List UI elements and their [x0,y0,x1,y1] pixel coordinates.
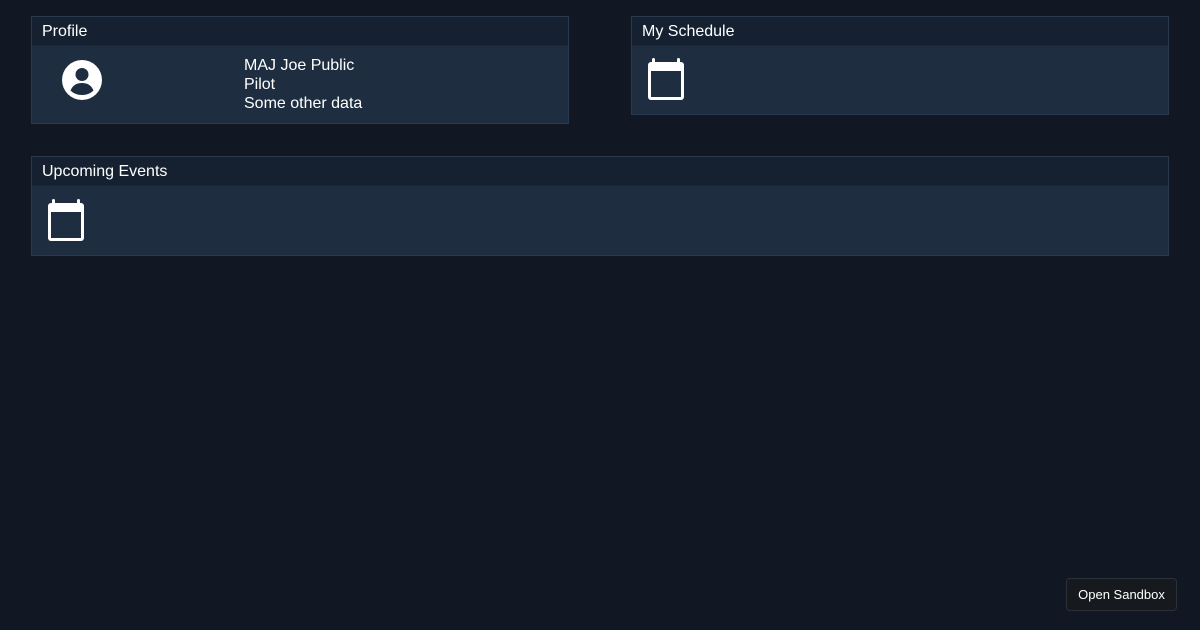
profile-card-title: Profile [32,17,568,46]
profile-name: MAJ Joe Public [244,57,355,74]
profile-card: Profile MAJ Joe Public Pilot Some other … [31,16,569,124]
profile-role: Pilot [244,76,276,93]
calendar-icon[interactable] [45,198,87,244]
upcoming-events-card: Upcoming Events [31,156,1169,256]
my-schedule-card: My Schedule [631,16,1169,115]
upcoming-events-title: Upcoming Events [32,157,1168,186]
calendar-icon[interactable] [645,57,687,103]
open-sandbox-button[interactable]: Open Sandbox [1066,578,1177,611]
profile-info: MAJ Joe Public Pilot Some other data [244,56,362,113]
profile-extra: Some other data [244,95,363,112]
account-circle-icon [61,59,103,101]
my-schedule-title: My Schedule [632,17,1168,46]
